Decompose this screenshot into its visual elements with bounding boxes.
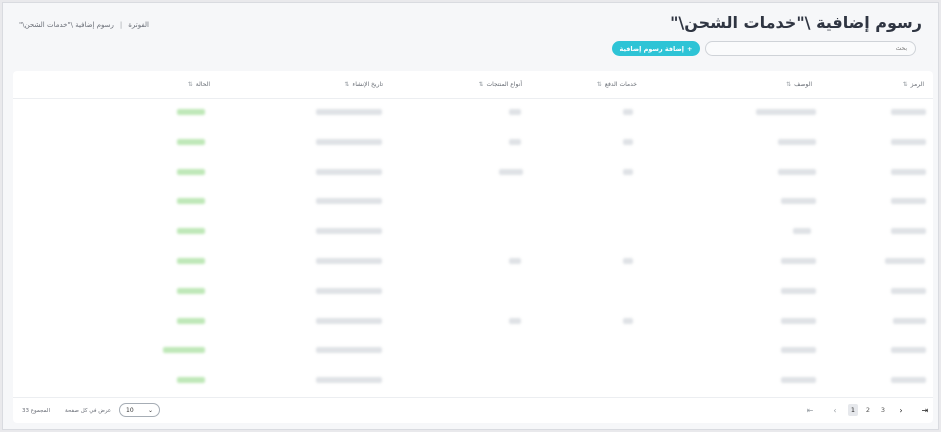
status-badge [177,138,205,145]
table-row[interactable] [13,218,933,248]
table-cell [509,138,521,145]
sort-icon: ⇅ [478,80,484,88]
table-row[interactable] [13,367,933,397]
page-3-button[interactable]: 3 [878,404,888,416]
table-row[interactable] [13,248,933,278]
per-page-label: عرض في كل صفحة [65,408,112,414]
table-row[interactable] [13,188,933,218]
table-cell [781,317,816,324]
status-badge [177,168,205,175]
table-cell [623,138,633,145]
table-cell [316,198,382,205]
status-badge [177,258,205,264]
table-row[interactable] [13,99,933,129]
status-badge [177,198,205,205]
total-count: المجموع 33 [22,408,50,414]
table-cell [316,228,382,235]
table-cell [885,258,925,264]
table-cell [756,109,816,115]
per-page-select[interactable]: 10 ⌄ [119,403,160,417]
table-header: الرمز ⇅ الوصف ⇅ خدمات الدفع ⇅ أنواع المن… [13,71,933,99]
table-row[interactable] [13,308,933,338]
table-row[interactable] [13,278,933,308]
table-row[interactable] [13,159,933,189]
table-row[interactable] [13,337,933,367]
table-cell [781,198,816,205]
table-cell [891,109,926,115]
table-cell [316,317,382,324]
table-cell [778,168,816,175]
table-cell [781,258,816,264]
first-page-icon[interactable]: ⇤ [805,404,815,416]
table-cell [781,347,816,354]
table-cell [316,138,382,145]
table-cell [316,258,382,264]
fees-table: الرمز ⇅ الوصف ⇅ خدمات الدفع ⇅ أنواع المن… [13,71,933,423]
table-cell [893,317,926,324]
table-cell [891,347,926,354]
column-header-payment-services[interactable]: خدمات الدفع ⇅ [597,81,637,88]
table-cell [623,168,633,175]
table-cell [891,228,926,235]
table-cell [891,138,926,145]
table-cell [316,377,382,384]
table-cell [623,317,633,324]
column-header-code[interactable]: الرمز ⇅ [903,81,924,88]
column-header-product-types[interactable]: أنواع المنتجات ⇅ [478,81,522,88]
per-page-value: 10 [126,406,134,414]
breadcrumb: الفوترة | رسوم إضافية \"خدمات الشحن\" [19,21,149,29]
breadcrumb-separator: | [119,21,123,29]
table-cell [778,138,816,145]
page-1-button[interactable]: 1 [848,404,858,416]
table-cell [509,317,521,324]
column-header-description[interactable]: الوصف ⇅ [786,81,812,88]
table-cell [781,377,816,384]
page-title: رسوم إضافية \"خدمات الشحن\" [670,13,922,32]
add-extra-fee-button[interactable]: + إضافة رسوم إضافية [612,41,700,56]
chevron-down-icon: ⌄ [147,406,153,414]
table-cell [316,168,382,175]
sort-icon: ⇅ [902,80,908,88]
status-badge [177,317,205,324]
sort-icon: ⇅ [786,80,792,88]
search-input[interactable] [705,41,916,56]
table-cell [623,258,633,264]
table-row[interactable] [13,129,933,159]
breadcrumb-item-billing[interactable]: الفوترة [128,21,149,29]
previous-page-icon[interactable]: ‹ [830,404,840,416]
table-cell [499,168,523,175]
table-cell [316,287,382,294]
table-cell [891,287,926,294]
page-2-button[interactable]: 2 [863,404,873,416]
table-cell [891,377,926,384]
app-window: رسوم إضافية \"خدمات الشحن\" الفوترة | رس… [2,2,939,430]
breadcrumb-item-current: رسوم إضافية \"خدمات الشحن\" [19,21,114,29]
sort-icon: ⇅ [187,80,193,88]
sort-icon: ⇅ [344,80,350,88]
status-badge [163,347,205,354]
status-badge [177,287,205,294]
table-footer: المجموع 33 عرض في كل صفحة 10 ⌄ ⇤ ‹ 1 2 3… [13,397,933,423]
table-cell [316,347,382,354]
table-cell [509,258,521,264]
status-badge [177,377,205,384]
pagination: ⇤ ‹ 1 2 3 › ⇥ [797,404,928,416]
plus-icon: + [687,44,693,53]
sort-icon: ⇅ [596,80,602,88]
add-extra-fee-label: إضافة رسوم إضافية [619,44,684,53]
table-cell [891,198,926,205]
table-cell [793,228,811,235]
table-cell [623,109,633,115]
table-cell [509,109,521,115]
column-header-status[interactable]: الحالة ⇅ [188,81,210,88]
status-badge [177,109,205,115]
table-cell [891,168,926,175]
table-cell [316,109,382,115]
status-badge [177,228,205,235]
column-header-created-date[interactable]: تاريخ الإنشاء ⇅ [344,81,383,88]
next-page-icon[interactable]: › [896,404,906,416]
last-page-icon[interactable]: ⇥ [920,404,930,416]
table-cell [781,287,816,294]
